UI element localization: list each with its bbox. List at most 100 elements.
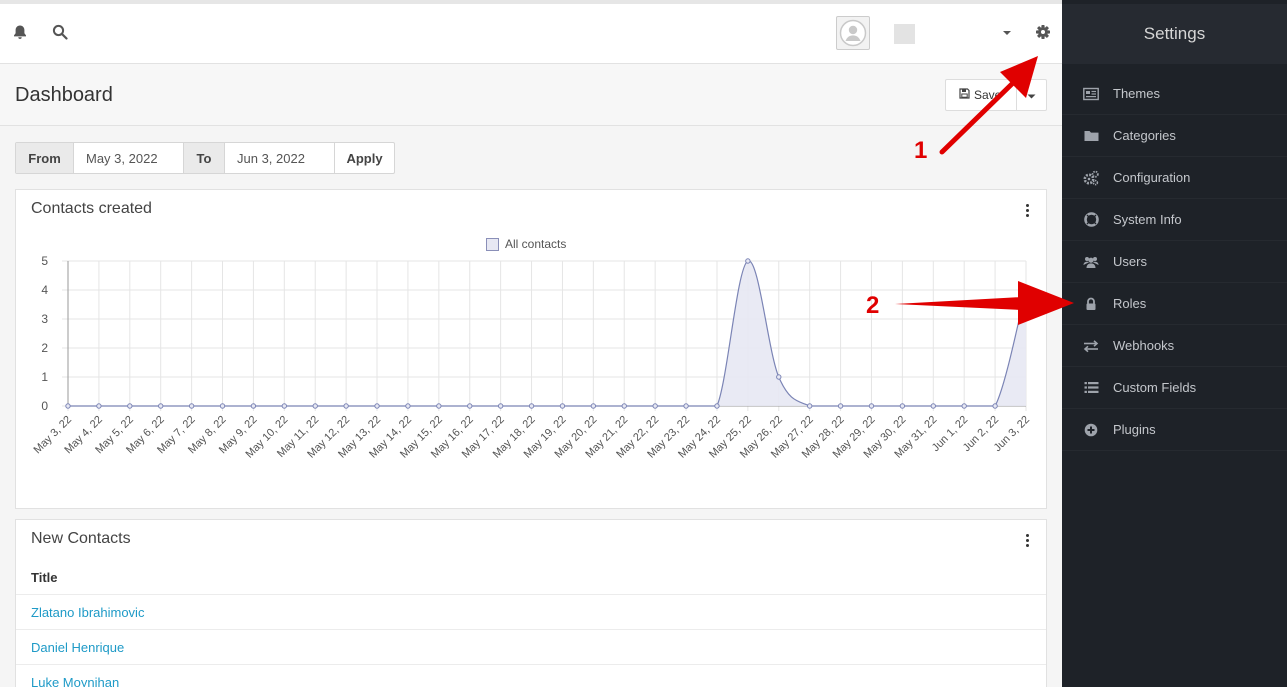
chevron-down-icon xyxy=(1027,86,1036,104)
list-icon xyxy=(1083,380,1099,396)
sidebar-item-label: Users xyxy=(1113,254,1147,269)
data-point xyxy=(188,403,195,409)
lock-icon xyxy=(1083,296,1099,312)
search-icon[interactable] xyxy=(50,22,70,42)
table-row: Luke Moynihan xyxy=(16,664,1046,687)
data-point xyxy=(961,403,967,409)
sidebar-item-configuration[interactable]: Configuration xyxy=(1062,157,1287,199)
new-contacts-panel: New Contacts Title Zlatano Ibrahimovic D… xyxy=(15,519,1047,687)
settings-sidebar: Settings Themes Categories Configuration xyxy=(1062,0,1287,687)
gear-icon[interactable] xyxy=(1033,22,1053,42)
data-point xyxy=(683,403,689,409)
contact-link[interactable]: Daniel Henrique xyxy=(31,640,124,655)
data-point xyxy=(127,403,133,409)
to-date-input[interactable] xyxy=(224,143,335,173)
y-tick-label: 0 xyxy=(41,399,48,413)
data-point xyxy=(436,403,442,409)
sidebar-item-label: Roles xyxy=(1113,296,1147,311)
data-point xyxy=(590,403,597,409)
sidebar-item-custom-fields[interactable]: Custom Fields xyxy=(1062,367,1287,409)
sidebar-item-label: Themes xyxy=(1113,86,1160,101)
sidebar-title: Settings xyxy=(1062,4,1287,64)
sidebar-item-label: System Info xyxy=(1113,212,1182,227)
data-point xyxy=(837,403,844,409)
sidebar-item-label: Plugins xyxy=(1113,422,1156,437)
bell-icon[interactable] xyxy=(10,22,30,42)
sidebar-item-label: Categories xyxy=(1113,128,1176,143)
column-header-title: Title xyxy=(31,570,58,585)
floppy-icon xyxy=(959,88,970,102)
sidebar-item-system-info[interactable]: System Info xyxy=(1062,199,1287,241)
contact-link[interactable]: Luke Moynihan xyxy=(31,675,119,687)
data-point xyxy=(158,403,164,409)
sidebar-item-categories[interactable]: Categories xyxy=(1062,115,1287,157)
panel-title: Contacts created xyxy=(31,200,152,217)
sidebar-item-themes[interactable]: Themes xyxy=(1062,73,1287,115)
sidebar-item-label: Webhooks xyxy=(1113,338,1175,353)
series-line xyxy=(68,260,1027,407)
from-label: From xyxy=(16,143,73,173)
top-navbar xyxy=(0,0,1062,64)
sidebar-item-label: Custom Fields xyxy=(1113,380,1197,395)
app-window: Dashboard Save From To Apply Contacts cr… xyxy=(0,0,1287,687)
data-point xyxy=(312,403,318,409)
data-point xyxy=(405,403,411,409)
sidebar-item-roles[interactable]: Roles xyxy=(1062,283,1287,325)
data-point xyxy=(621,403,627,409)
annotation-number-2: 2 xyxy=(866,292,880,319)
series-area xyxy=(68,260,1026,406)
data-point xyxy=(930,403,936,409)
save-button[interactable]: Save xyxy=(945,79,1017,111)
folder-icon xyxy=(1083,128,1099,144)
sidebar-item-webhooks[interactable]: Webhooks xyxy=(1062,325,1287,367)
data-point xyxy=(96,403,102,409)
data-point xyxy=(776,374,782,380)
save-dropdown-toggle[interactable] xyxy=(1017,79,1047,111)
annotation-number-1: 1 xyxy=(914,137,928,164)
sidebar-item-users[interactable]: Users xyxy=(1062,241,1287,283)
data-point xyxy=(219,403,226,409)
data-point xyxy=(250,403,257,409)
to-label: To xyxy=(184,143,224,173)
data-point xyxy=(65,403,71,409)
apply-button[interactable]: Apply xyxy=(335,143,394,173)
contacts-chart: 012345May 3, 22May 4, 22May 5, 22May 6, … xyxy=(31,254,1032,461)
avatar[interactable] xyxy=(836,16,870,50)
y-tick-label: 5 xyxy=(41,254,48,268)
cogs-icon xyxy=(1083,170,1099,186)
sidebar-item-label: Configuration xyxy=(1113,170,1191,185)
user-name-redacted[interactable] xyxy=(894,24,915,44)
more-options-icon[interactable] xyxy=(1022,532,1032,548)
table-row: Daniel Henrique xyxy=(16,629,1046,664)
data-point xyxy=(992,403,998,409)
data-point xyxy=(868,403,875,409)
contacts-created-panel: Contacts created All contacts 0 1 2 3 4 5 May … xyxy=(15,189,1047,509)
themes-icon xyxy=(1083,86,1099,102)
data-point xyxy=(497,403,504,409)
data-point xyxy=(281,403,288,409)
save-button-group: Save xyxy=(945,79,1047,111)
data-point xyxy=(528,403,535,409)
more-options-icon[interactable] xyxy=(1022,202,1032,218)
settings-menu: Themes Categories Configuration System I… xyxy=(1062,73,1287,451)
page-header: Dashboard Save xyxy=(0,64,1062,126)
data-point xyxy=(745,258,751,264)
data-point xyxy=(806,403,813,409)
page-title: Dashboard xyxy=(15,84,113,106)
contact-link[interactable]: Zlatano Ibrahimovic xyxy=(31,605,144,620)
exchange-icon xyxy=(1083,338,1099,354)
save-button-label: Save xyxy=(974,88,1002,102)
sidebar-item-plugins[interactable]: Plugins xyxy=(1062,409,1287,451)
y-tick-label: 4 xyxy=(41,283,48,297)
y-tick-label: 1 xyxy=(41,370,48,384)
panel-title: New Contacts xyxy=(31,530,131,547)
from-date-input[interactable] xyxy=(73,143,184,173)
data-point xyxy=(714,403,720,409)
data-point xyxy=(899,403,906,409)
data-point xyxy=(652,403,658,409)
chevron-down-icon[interactable] xyxy=(1000,26,1014,40)
data-point xyxy=(343,403,349,409)
lifebuoy-icon xyxy=(1083,212,1099,228)
data-point xyxy=(374,403,380,409)
date-range-filter: From To Apply xyxy=(15,142,395,174)
